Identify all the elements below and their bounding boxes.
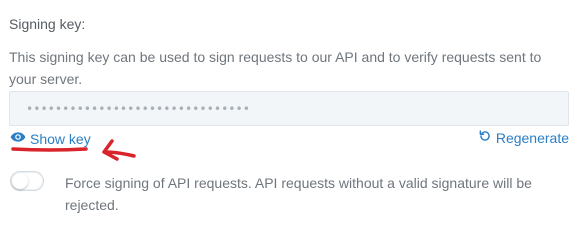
regenerate-label: Regenerate [495,129,569,146]
force-signing-toggle[interactable] [10,171,44,191]
force-signing-text: Force signing of API requests. API reque… [65,175,532,213]
regenerate-button[interactable]: Regenerate [478,129,569,146]
annotation-arrow [102,139,136,161]
eye-icon [10,129,26,148]
signing-key-description: This signing key can be used to sign req… [9,49,542,87]
signing-key-panel: Signing key: This signing key can be use… [0,0,577,215]
signing-key-label: Signing key: [9,16,86,32]
show-key-button[interactable]: Show key [10,129,91,148]
toggle-knob [12,173,28,189]
masked-key-value: ••••••••••••••••••••••••••••••• [26,101,250,116]
refresh-icon [478,129,492,146]
annotation-underline [11,147,88,152]
signing-key-field[interactable]: ••••••••••••••••••••••••••••••• [9,91,569,126]
show-key-label: Show key [30,130,91,147]
